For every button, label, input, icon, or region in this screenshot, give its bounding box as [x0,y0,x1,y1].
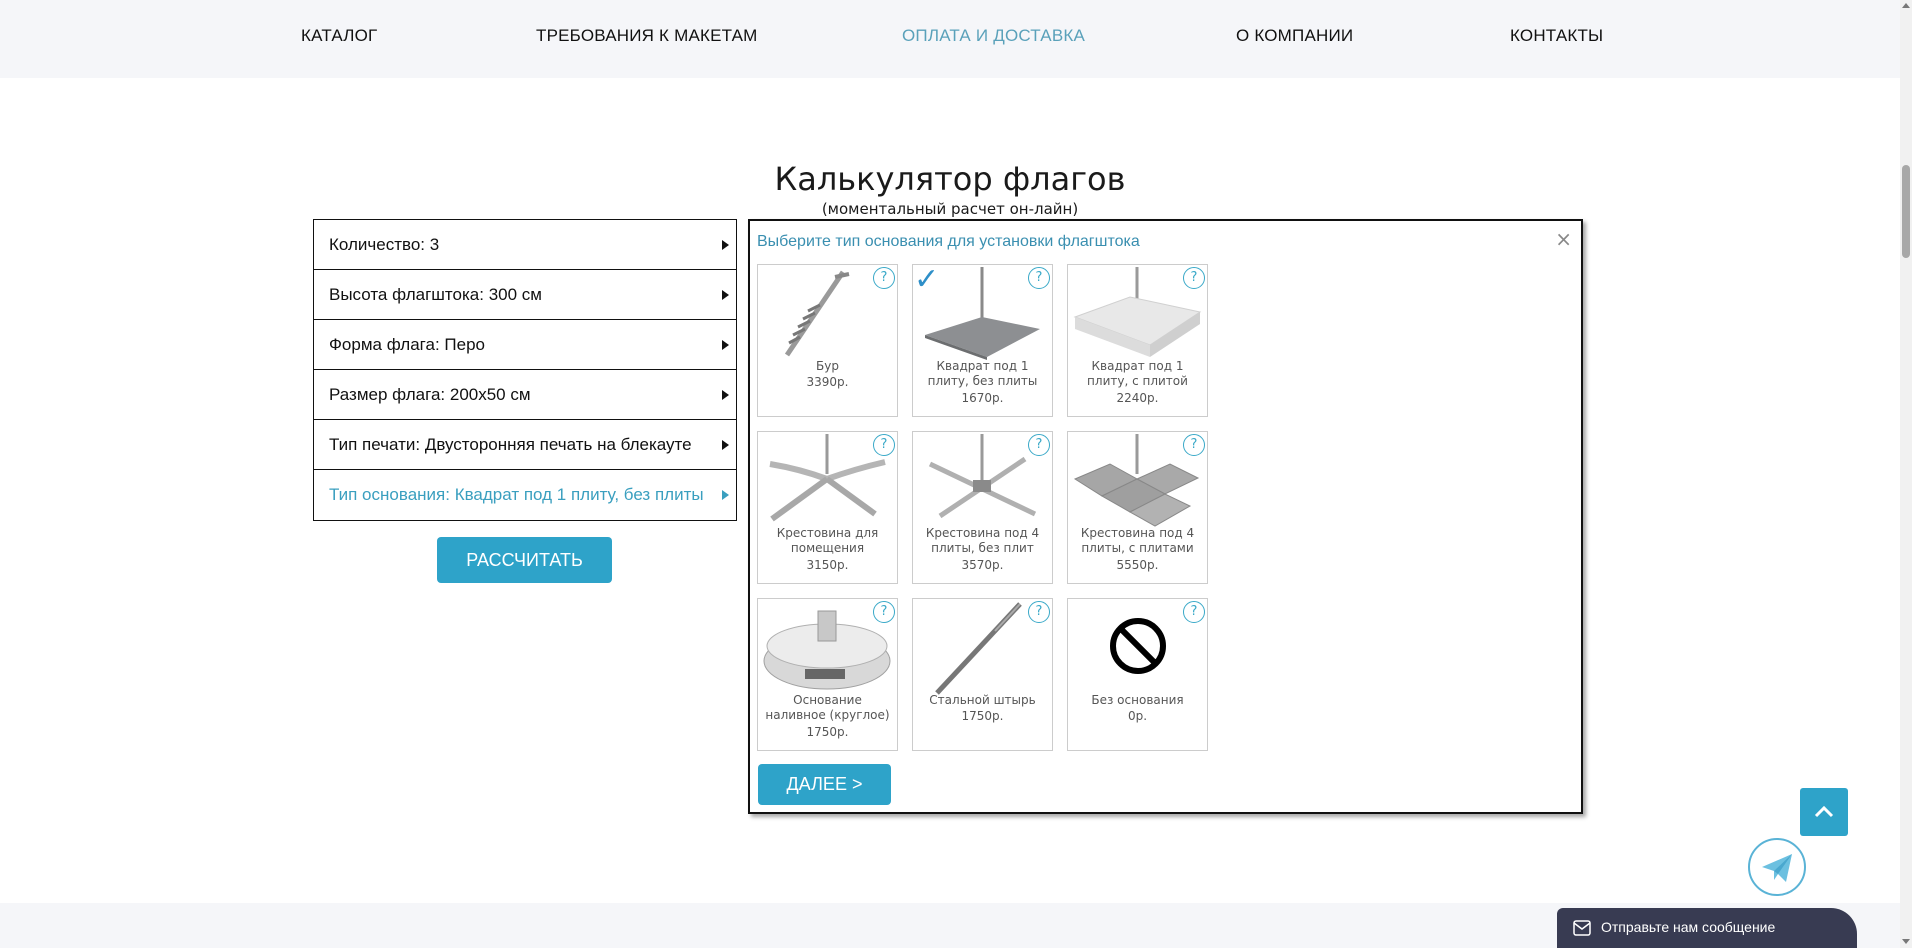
page-scrollbar[interactable] [1900,0,1912,948]
base-option-card[interactable]: Крестовина под 4 плиты, с плитами 5550р.… [1067,431,1208,584]
next-button[interactable]: ДАЛЕЕ > [758,764,891,805]
caret-right-icon [722,240,729,250]
page-subtitle: (моментальный расчет он-лайн) [821,200,1079,218]
scrollbar-thumb[interactable] [1902,165,1910,258]
close-icon[interactable]: × [1555,227,1572,251]
help-icon[interactable]: ? [1028,601,1050,623]
base-option-card[interactable]: Квадрат под 1 плиту, с плитой 2240р. ? [1067,264,1208,417]
base-option-card[interactable]: Крестовина для помещения 3150р. ? [757,431,898,584]
help-icon[interactable]: ? [873,434,895,456]
param-label: Количество: 3 [329,235,440,254]
base-type-popup: Выберите тип основания для установки фла… [748,219,1583,814]
mail-icon [1573,920,1591,936]
nav-item-about[interactable]: О КОМПАНИИ [1236,26,1353,46]
help-icon[interactable]: ? [873,267,895,289]
param-pole-height[interactable]: Высота флагштока: 300 см [314,270,736,320]
option-name: Основание наливное (круглое) [765,693,890,722]
telegram-button[interactable] [1748,838,1806,896]
help-icon[interactable]: ? [1183,267,1205,289]
checkmark-icon: ✓ [914,262,940,297]
nav-item-payment-delivery[interactable]: ОПЛАТА И ДОСТАВКА [902,26,1085,46]
scroll-to-top-button[interactable] [1800,788,1848,836]
base-option-card[interactable]: Крестовина под 4 плиты, без плит 3570р. … [912,431,1053,584]
scroll-down-arrow-icon[interactable] [1902,939,1910,944]
caret-right-icon [722,390,729,400]
option-name: Квадрат под 1 плиту, с плитой [1087,359,1188,388]
help-icon[interactable]: ? [1028,434,1050,456]
chevron-up-icon [1814,805,1834,818]
caret-right-icon [722,490,729,500]
option-price: 0р. [1127,709,1148,723]
help-icon[interactable]: ? [873,601,895,623]
option-price: 3570р. [961,558,1004,572]
caret-right-icon [722,440,729,450]
option-name: Квадрат под 1 плиту, без плиты [927,359,1038,388]
option-name: Без основания [1091,693,1184,707]
help-icon[interactable]: ? [1183,434,1205,456]
param-label: Размер флага: 200x50 см [329,385,531,404]
option-price: 2240р. [1116,391,1159,405]
param-flag-size[interactable]: Размер флага: 200x50 см [314,370,736,420]
help-icon[interactable]: ? [1183,601,1205,623]
option-price: 3390р. [806,375,849,389]
base-option-card[interactable]: Без основания 0р. ? [1067,598,1208,751]
param-quantity[interactable]: Количество: 3 [314,220,736,270]
param-flag-shape[interactable]: Форма флага: Перо [314,320,736,370]
page-title: Калькулятор флагов [774,160,1126,198]
base-option-card-selected[interactable]: ✓ Квадрат под 1 плиту, без плиты 1670р. … [912,264,1053,417]
nav-item-layout-requirements[interactable]: ТРЕБОВАНИЯ К МАКЕТАМ [536,26,758,46]
chat-label: Отправьте нам сообщение [1601,919,1776,935]
parameter-list: Количество: 3 Высота флагштока: 300 см Ф… [313,219,737,521]
option-price: 3150р. [806,558,849,572]
base-option-card[interactable]: Бур 3390р. ? [757,264,898,417]
option-price: 1670р. [961,391,1004,405]
param-label: Форма флага: Перо [329,335,485,354]
option-price: 1750р. [961,709,1004,723]
caret-right-icon [722,340,729,350]
nav-item-contacts[interactable]: КОНТАКТЫ [1510,26,1603,46]
param-base-type[interactable]: Тип основания: Квадрат под 1 плиту, без … [314,470,736,520]
caret-right-icon [722,290,729,300]
option-name: Бур [816,359,839,373]
option-name: Крестовина под 4 плиты, без плит [925,526,1040,555]
base-option-card[interactable]: Основание наливное (круглое) 1750р. ? [757,598,898,751]
base-option-card[interactable]: Стальной штырь 1750р. ? [912,598,1053,751]
nav-item-catalog[interactable]: КАТАЛОГ [301,26,377,46]
param-label: Высота флагштока: 300 см [329,285,542,304]
option-price: 5550р. [1116,558,1159,572]
page: КАТАЛОГ ТРЕБОВАНИЯ К МАКЕТАМ ОПЛАТА И ДО… [0,0,1912,948]
param-print-type[interactable]: Тип печати: Двусторонняя печать на блека… [314,420,736,470]
option-name: Крестовина под 4 плиты, с плитами [1080,526,1195,555]
chat-widget[interactable]: Отправьте нам сообщение [1557,908,1857,948]
option-price: 1750р. [806,725,849,739]
scroll-up-arrow-icon[interactable] [1902,3,1910,8]
calculate-button[interactable]: РАССЧИТАТЬ [437,537,612,583]
top-navigation: КАТАЛОГ ТРЕБОВАНИЯ К МАКЕТАМ ОПЛАТА И ДО… [0,0,1900,78]
option-name: Крестовина для помещения [776,526,879,555]
help-icon[interactable]: ? [1028,267,1050,289]
popup-title: Выберите тип основания для установки фла… [757,233,1140,250]
param-label: Тип основания: Квадрат под 1 плиту, без … [329,485,704,504]
telegram-icon [1762,854,1792,882]
option-name: Стальной штырь [929,693,1036,707]
param-label: Тип печати: Двусторонняя печать на блека… [329,435,692,454]
